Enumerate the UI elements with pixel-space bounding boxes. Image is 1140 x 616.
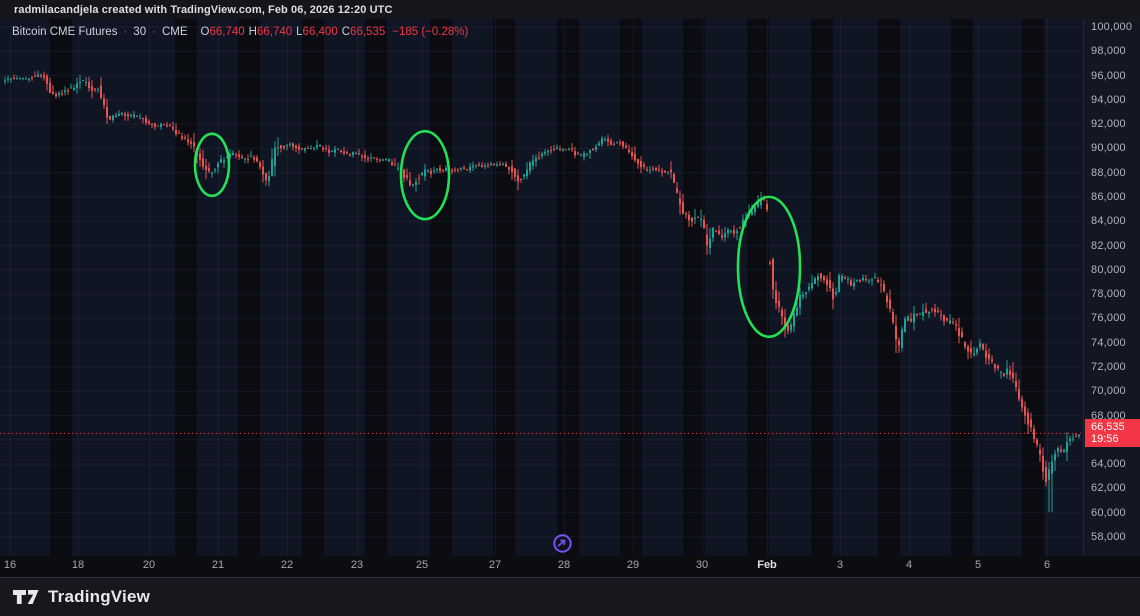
- time-tick-label: 3: [837, 559, 843, 571]
- tradingview-logo-icon: [13, 590, 39, 605]
- time-tick-label: 21: [212, 559, 224, 571]
- time-tick-label: 5: [975, 559, 981, 571]
- countdown-timer: 19:56: [1091, 433, 1140, 445]
- time-axis[interactable]: 16 18 20 21 22 23 25 27 28 29 30 Feb 3 4 5 6: [0, 556, 1140, 577]
- price-tick-label: 58,000: [1091, 531, 1126, 543]
- time-tick-label: 30: [696, 559, 708, 571]
- legend-separator: ·: [123, 26, 127, 38]
- time-tick-label: 4: [906, 559, 912, 571]
- footer-bar: TradingView: [0, 577, 1140, 616]
- close-value: 66,535: [350, 26, 385, 38]
- interval-label[interactable]: 30: [133, 26, 146, 38]
- price-axis[interactable]: 66,535 19:56 58,000 60,000 62,000 64,000 66,…: [1083, 19, 1140, 556]
- price-tick-label: 80,000: [1091, 264, 1126, 276]
- tradingview-logo[interactable]: TradingView: [13, 587, 150, 607]
- time-tick-label: 16: [4, 559, 16, 571]
- symbol-name[interactable]: Bitcoin CME Futures: [12, 26, 117, 38]
- price-tick-label: 76,000: [1091, 312, 1126, 324]
- purple-marker-icon[interactable]: [552, 533, 573, 554]
- symbol-legend[interactable]: Bitcoin CME Futures · 30 · CME O66,740 H…: [12, 26, 468, 38]
- brand-name: TradingView: [48, 587, 150, 607]
- price-tick-label: 94,000: [1091, 94, 1126, 106]
- exchange-label: CME: [162, 26, 188, 38]
- high-label: H: [249, 26, 257, 38]
- price-tick-label: 82,000: [1091, 240, 1126, 252]
- price-tick-label: 86,000: [1091, 191, 1126, 203]
- price-tick-label: 84,000: [1091, 215, 1126, 227]
- last-price-value: 66,535: [1091, 421, 1140, 433]
- price-tick-label: 70,000: [1091, 385, 1126, 397]
- price-tick-label: 64,000: [1091, 458, 1126, 470]
- ohlc-values: O66,740 H66,740 L66,400 C66,535 −185 (−0…: [201, 26, 469, 38]
- time-tick-label: 18: [72, 559, 84, 571]
- price-tick-label: 96,000: [1091, 70, 1126, 82]
- low-value: 66,400: [303, 26, 338, 38]
- price-tick-label: 90,000: [1091, 142, 1126, 154]
- price-tick-label: 72,000: [1091, 361, 1126, 373]
- time-tick-label: 23: [351, 559, 363, 571]
- close-label: C: [342, 26, 350, 38]
- open-value: 66,740: [209, 26, 244, 38]
- attribution-text: radmilacandjela created with TradingView…: [14, 4, 393, 16]
- time-tick-label: 22: [281, 559, 293, 571]
- last-price-label: 66,535 19:56: [1085, 419, 1140, 447]
- price-tick-label: 88,000: [1091, 167, 1126, 179]
- price-tick-label: 78,000: [1091, 288, 1126, 300]
- candlestick-plot[interactable]: [0, 19, 1083, 556]
- change-value: −185 (−0.28%): [392, 26, 468, 38]
- time-tick-label: 6: [1044, 559, 1050, 571]
- price-tick-label: 98,000: [1091, 45, 1126, 57]
- attribution-bar: radmilacandjela created with TradingView…: [0, 0, 1140, 19]
- chart-area[interactable]: Bitcoin CME Futures · 30 · CME O66,740 H…: [0, 19, 1140, 556]
- time-tick-label: 28: [558, 559, 570, 571]
- time-tick-label: 25: [416, 559, 428, 571]
- time-tick-label: 29: [627, 559, 639, 571]
- price-tick-label: 62,000: [1091, 482, 1126, 494]
- time-tick-label: 27: [489, 559, 501, 571]
- price-tick-label: 60,000: [1091, 507, 1126, 519]
- time-tick-label: 20: [143, 559, 155, 571]
- price-tick-label: 100,000: [1091, 21, 1132, 33]
- time-tick-label: Feb: [757, 559, 777, 571]
- price-tick-label: 74,000: [1091, 337, 1126, 349]
- legend-separator: ·: [152, 26, 156, 38]
- high-value: 66,740: [257, 26, 292, 38]
- price-tick-label: 92,000: [1091, 118, 1126, 130]
